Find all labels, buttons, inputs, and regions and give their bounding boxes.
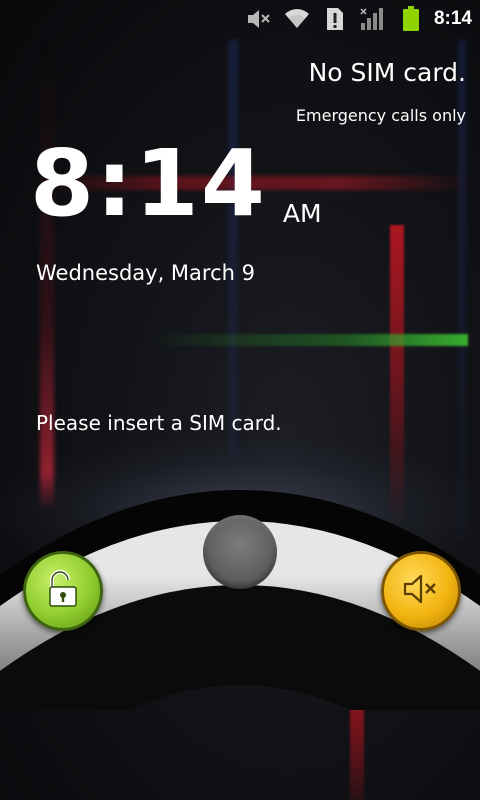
emergency-label: Emergency calls only xyxy=(295,106,466,125)
unlock-icon xyxy=(45,569,81,613)
status-clock: 8:14 xyxy=(433,8,472,29)
battery-icon xyxy=(396,4,426,34)
sound-toggle-handle[interactable] xyxy=(381,551,461,631)
wallpaper-streak xyxy=(150,334,468,346)
clock-ampm: AM xyxy=(282,199,322,228)
mute-icon xyxy=(244,4,274,34)
carrier-label: No SIM card. xyxy=(308,58,466,87)
signal-icon xyxy=(358,4,388,34)
alert-icon xyxy=(320,4,350,34)
clock-time: 8:14 xyxy=(30,130,267,237)
date-label: Wednesday, March 9 xyxy=(36,261,255,285)
unlock-handle[interactable] xyxy=(23,551,103,631)
wifi-icon xyxy=(282,4,312,34)
lock-clock: 8:14 AM xyxy=(30,138,322,230)
status-bar[interactable]: 8:14 xyxy=(0,0,480,38)
sim-message: Please insert a SIM card. xyxy=(36,411,282,435)
lock-screen: 8:14 No SIM card. Emergency calls only 8… xyxy=(0,0,480,800)
sound-off-icon xyxy=(401,572,441,610)
slider-center-knob[interactable] xyxy=(203,515,277,589)
wallpaper-streak xyxy=(228,40,238,460)
